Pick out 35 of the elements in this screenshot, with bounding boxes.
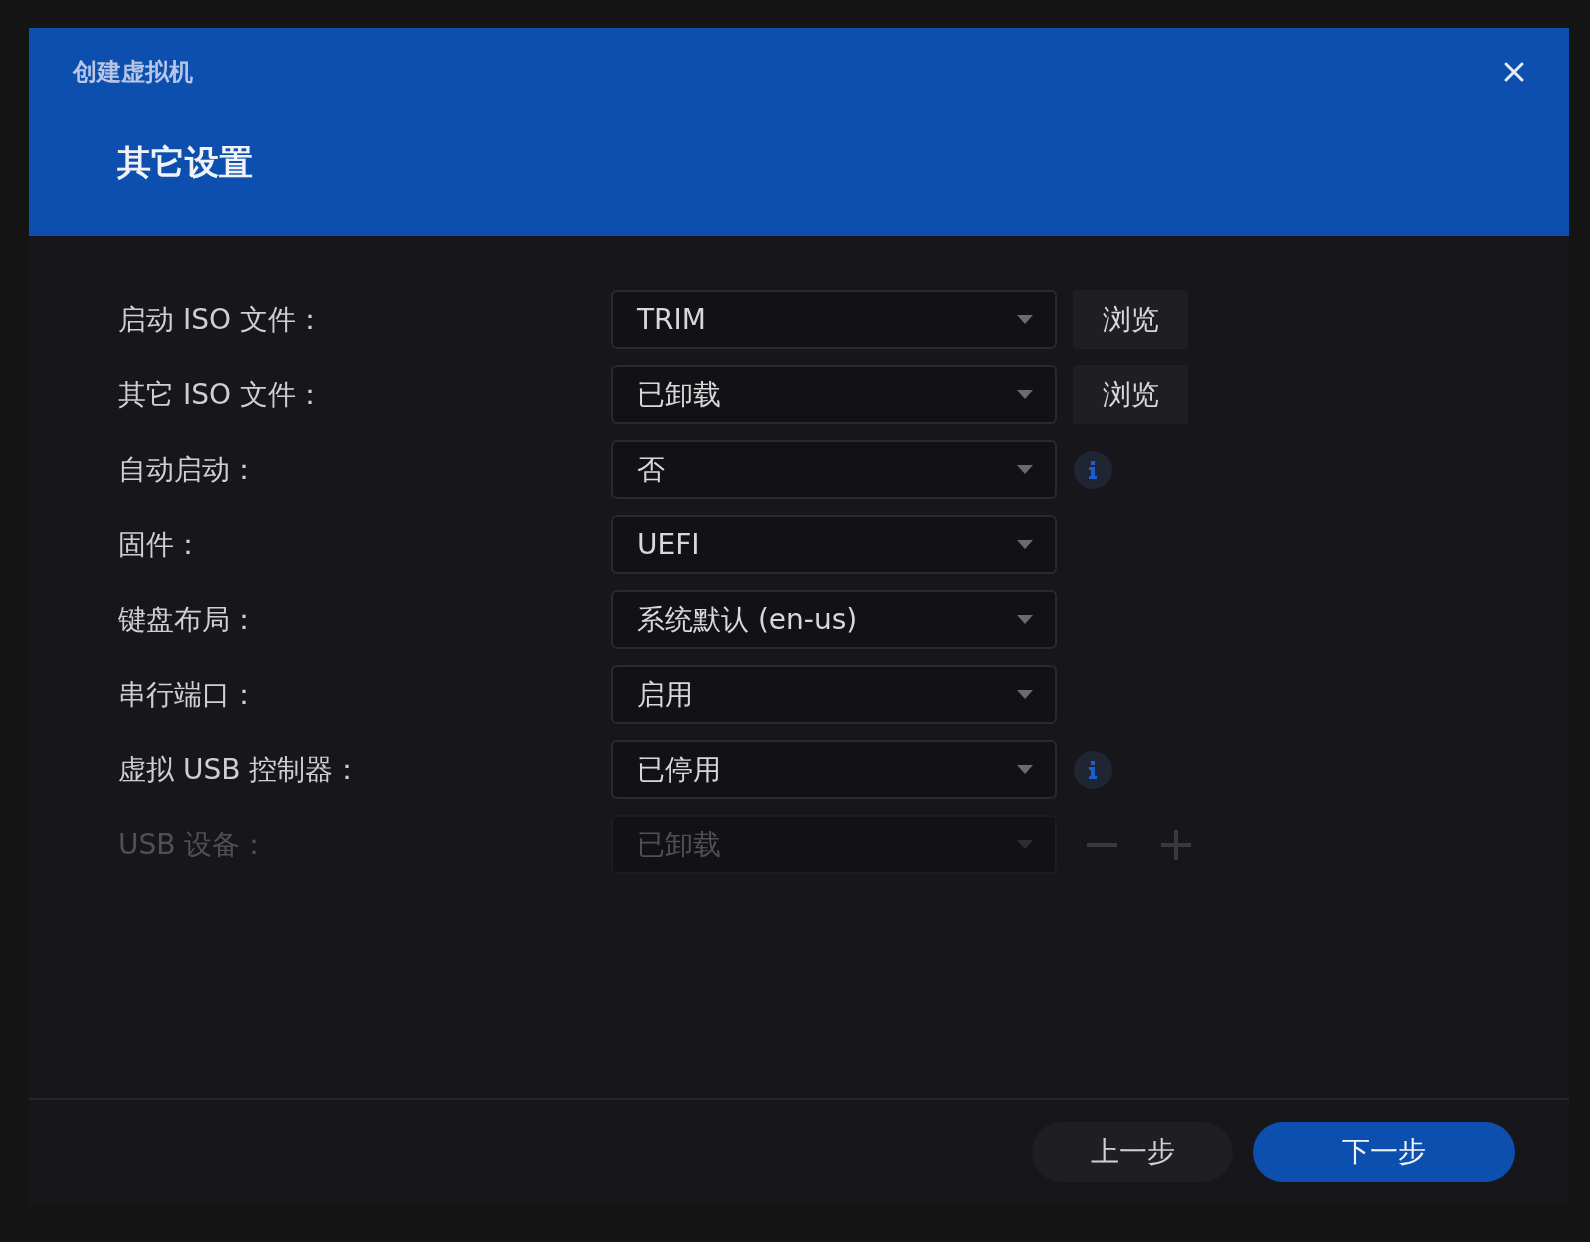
caret-icon xyxy=(1017,540,1033,549)
dropdown-field[interactable]: 已停用 xyxy=(611,740,1057,799)
caret-icon xyxy=(1017,765,1033,774)
page-heading: 其它设置 xyxy=(117,141,253,184)
minus-icon xyxy=(1087,842,1117,847)
caret-icon xyxy=(1017,840,1033,849)
dropdown-field[interactable]: 系统默认 (en-us) xyxy=(611,590,1057,649)
info-icon[interactable] xyxy=(1074,450,1112,489)
caret-icon xyxy=(1017,390,1033,399)
dropdown-field[interactable]: 已卸载 xyxy=(611,365,1057,424)
browse-button[interactable]: 浏览 xyxy=(1073,365,1188,424)
dropdown-field[interactable]: TRIM xyxy=(611,290,1057,349)
dropdown-field: 已卸载 xyxy=(611,815,1057,874)
caret-icon xyxy=(1017,615,1033,624)
field-label: 串行端口： xyxy=(118,676,259,713)
field-label: 固件： xyxy=(118,526,203,563)
window-title: 创建虚拟机 xyxy=(73,57,193,88)
field-label: 虚拟 USB 控制器： xyxy=(118,751,363,788)
field-label: 启动 ISO 文件： xyxy=(118,301,325,338)
browse-button[interactable]: 浏览 xyxy=(1073,290,1188,349)
dropdown-field[interactable]: 否 xyxy=(611,440,1057,499)
field-label: 键盘布局： xyxy=(118,601,259,638)
info-icon[interactable] xyxy=(1074,750,1112,789)
dropdown-field[interactable]: UEFI xyxy=(611,515,1057,574)
field-label: USB 设备： xyxy=(118,826,270,863)
dropdown-field[interactable]: 启用 xyxy=(611,665,1057,724)
caret-icon xyxy=(1017,315,1033,324)
field-label: 其它 ISO 文件： xyxy=(118,376,325,413)
caret-icon xyxy=(1017,690,1033,699)
field-label: 自动启动： xyxy=(118,451,259,488)
close-icon[interactable] xyxy=(1503,61,1525,83)
caret-icon xyxy=(1017,465,1033,474)
plus-icon xyxy=(1161,829,1191,860)
next-button[interactable]: 下一步 xyxy=(1253,1122,1515,1182)
back-button[interactable]: 上一步 xyxy=(1032,1122,1233,1182)
